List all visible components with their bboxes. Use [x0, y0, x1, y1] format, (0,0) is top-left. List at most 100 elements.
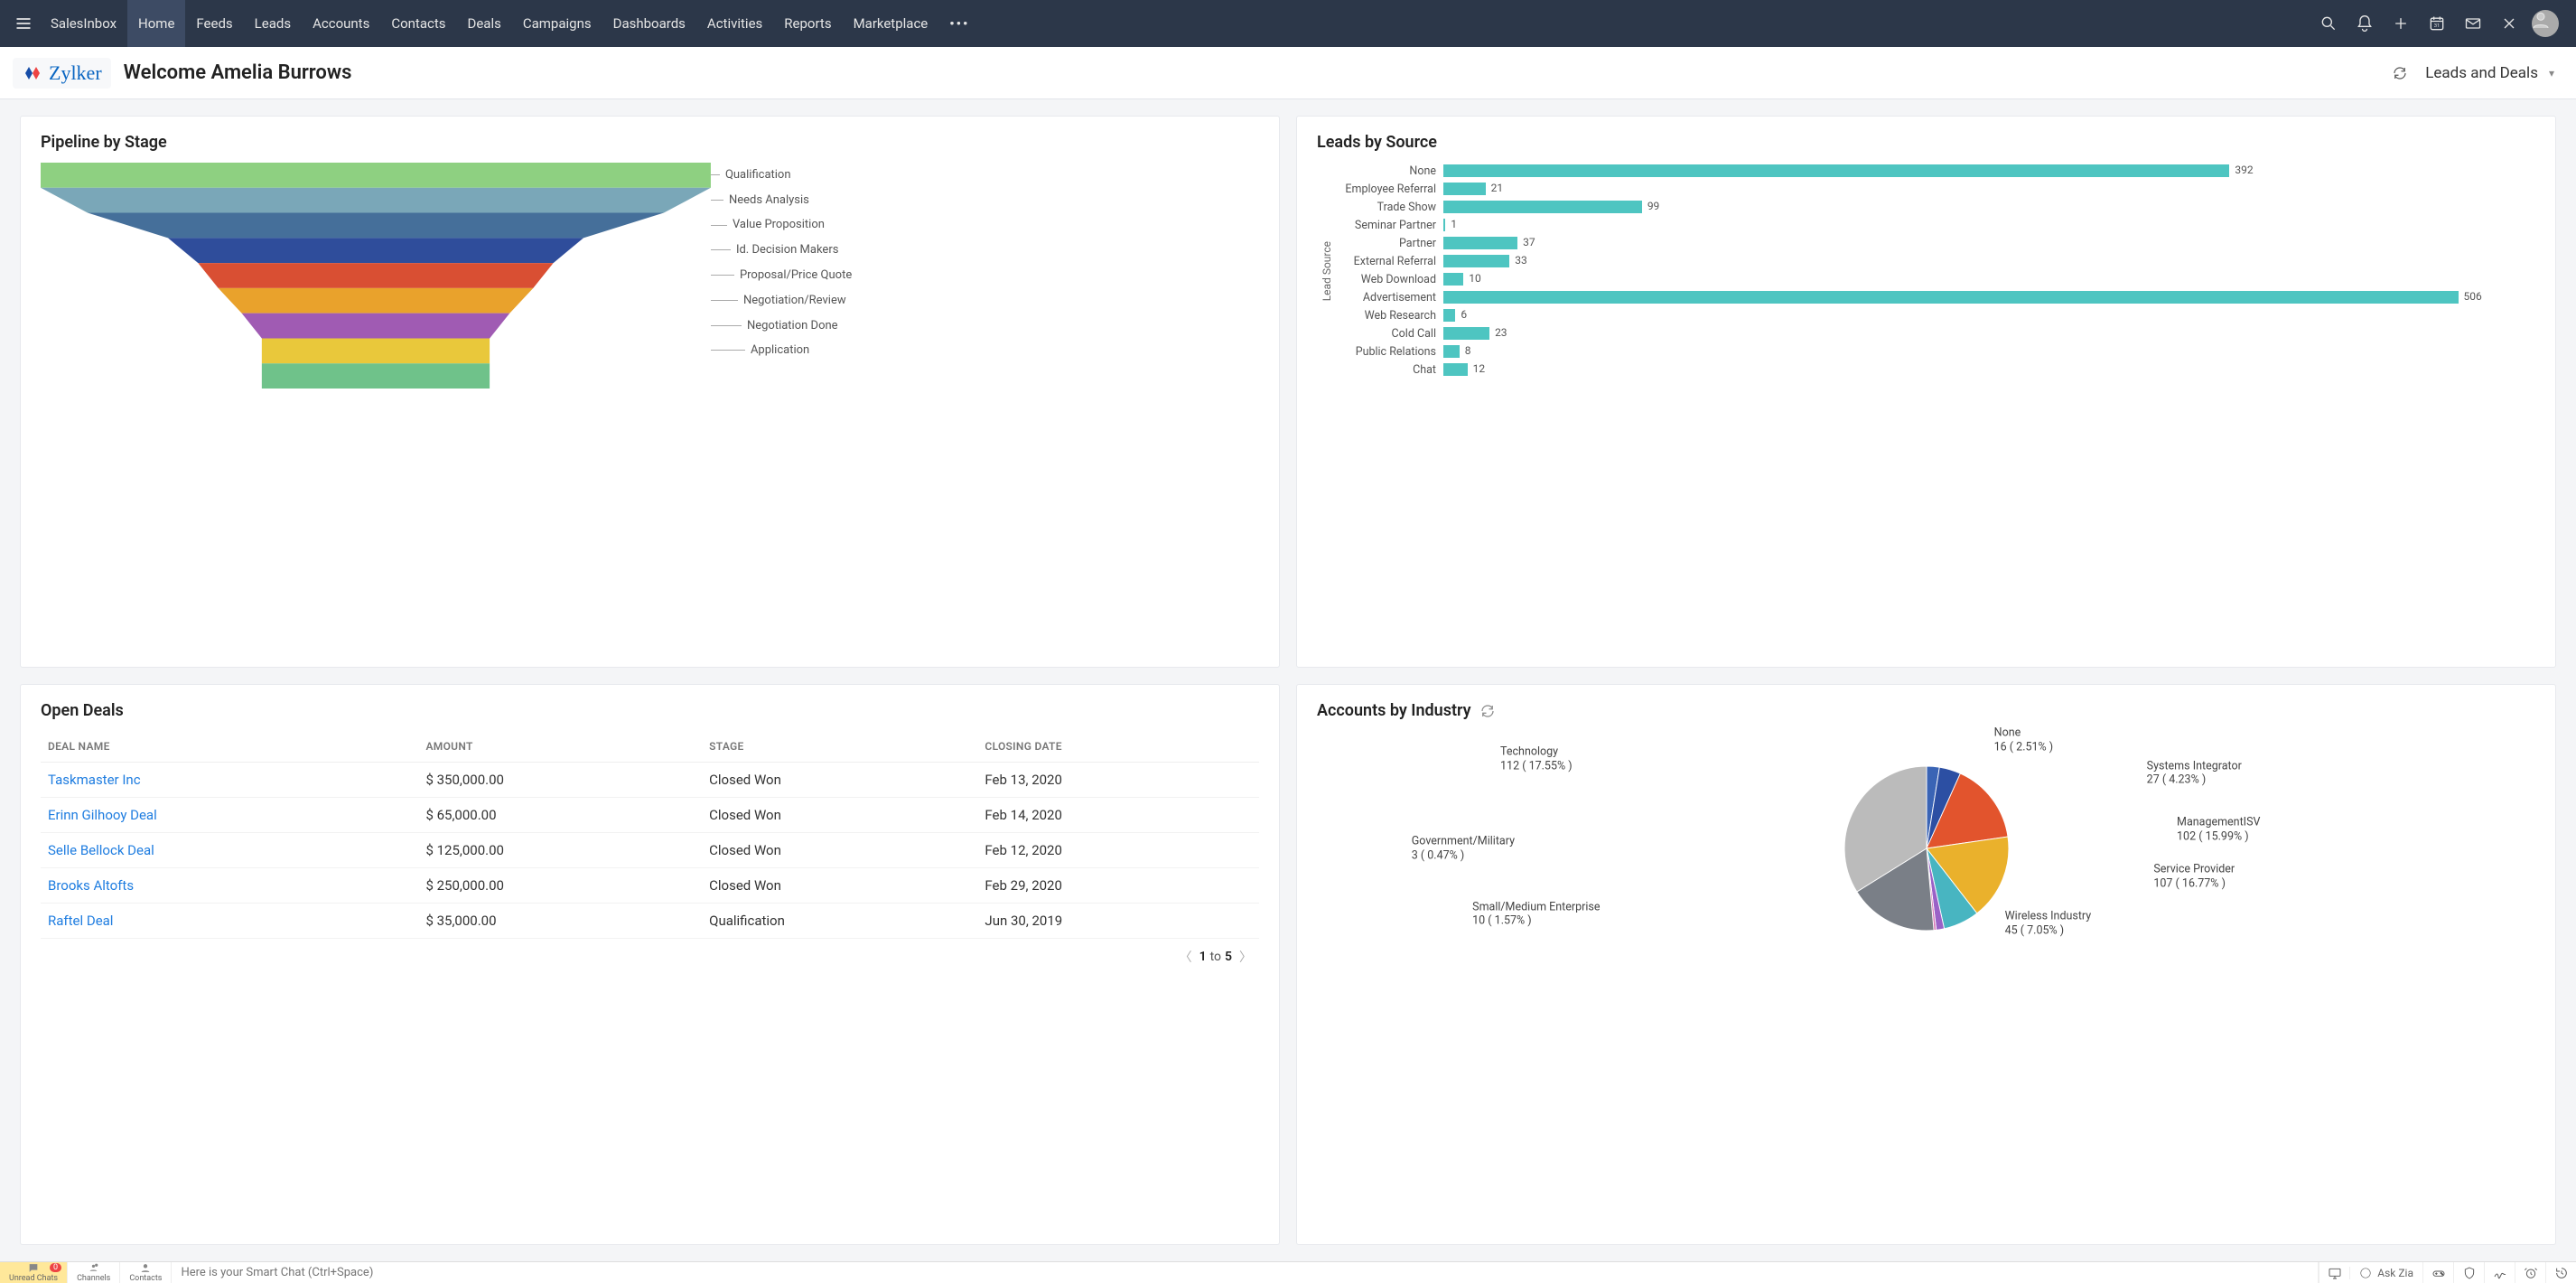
calendar-icon[interactable]: 31	[2421, 7, 2453, 40]
bar-label: Public Relations	[1337, 345, 1443, 359]
funnel-stage-label: Proposal/Price Quote	[711, 268, 852, 282]
bar-label: Cold Call	[1337, 327, 1443, 341]
bar-fill	[1443, 309, 1455, 322]
mail-icon[interactable]	[2457, 7, 2489, 40]
nav-item-home[interactable]: Home	[127, 0, 185, 47]
bar-row: Advertisement506	[1337, 289, 2526, 305]
deal-name-link[interactable]: Taskmaster Inc	[41, 763, 418, 798]
card-title: Accounts by Industry	[1317, 701, 2535, 720]
bottombar-unread-chats[interactable]: Unread Chats0	[0, 1262, 68, 1283]
nav-item-contacts[interactable]: Contacts	[380, 0, 456, 47]
nav-item-leads[interactable]: Leads	[244, 0, 302, 47]
pager-sep: to	[1210, 950, 1221, 964]
refresh-icon[interactable]	[1479, 702, 1497, 720]
shield-icon[interactable]	[2453, 1262, 2484, 1283]
nav-item-deals[interactable]: Deals	[457, 0, 512, 47]
deal-closing: Feb 13, 2020	[977, 763, 1259, 798]
table-row: Erinn Gilhooy Deal$ 65,000.00Closed WonF…	[41, 798, 1259, 833]
gamepad-icon[interactable]	[2422, 1262, 2453, 1283]
nav-item-accounts[interactable]: Accounts	[302, 0, 380, 47]
deal-name-link[interactable]: Erinn Gilhooy Deal	[41, 798, 418, 833]
pager-next[interactable]: 〉	[1236, 948, 1255, 966]
bar-label: Seminar Partner	[1337, 219, 1443, 232]
bar-row: Seminar Partner1	[1337, 217, 2526, 233]
bar-row: Chat12	[1337, 361, 2526, 378]
ask-zia[interactable]: Ask Zia	[2349, 1267, 2422, 1279]
alarm-icon[interactable]	[2515, 1262, 2545, 1283]
pie-slice-label: Small/Medium Enterprise10 ( 1.57% )	[1472, 900, 1600, 928]
hamburger-icon[interactable]	[7, 7, 40, 40]
funnel-stage-label: Id. Decision Makers	[711, 243, 839, 257]
nav-item-feeds[interactable]: Feeds	[185, 0, 243, 47]
bar-label: External Referral	[1337, 255, 1443, 268]
nav-item-marketplace[interactable]: Marketplace	[843, 0, 939, 47]
nav-item-reports[interactable]: Reports	[773, 0, 842, 47]
bar-row: Partner37	[1337, 235, 2526, 251]
nav-item-campaigns[interactable]: Campaigns	[512, 0, 602, 47]
deal-stage: Closed Won	[702, 833, 977, 868]
card-pipeline-by-stage: Pipeline by Stage QualificationNeeds Ana…	[20, 116, 1280, 668]
tools-icon[interactable]	[2493, 7, 2525, 40]
bar-label: Web Research	[1337, 309, 1443, 323]
pie-slice-label: None16 ( 2.51% )	[1994, 726, 2054, 754]
pager-prev[interactable]: 〈	[1176, 948, 1196, 966]
deal-name-link[interactable]: Raftel Deal	[41, 904, 418, 939]
card-title: Leads by Source	[1317, 133, 2535, 152]
bar-value: 21	[1486, 182, 1504, 194]
plus-icon[interactable]	[2385, 7, 2417, 40]
bar-row: Trade Show99	[1337, 199, 2526, 215]
bar-value: 392	[2229, 164, 2253, 176]
bar-label: Partner	[1337, 237, 1443, 250]
refresh-icon[interactable]	[2389, 62, 2411, 84]
bar-fill	[1443, 183, 1486, 195]
brand-logo[interactable]: Zylker	[13, 58, 111, 89]
funnel-chart	[41, 163, 711, 389]
bell-icon[interactable]	[2348, 7, 2381, 40]
bar-row: Public Relations8	[1337, 343, 2526, 360]
dashboard: Pipeline by Stage QualificationNeeds Ana…	[0, 99, 2576, 1261]
avatar[interactable]	[2529, 7, 2562, 40]
deal-closing: Jun 30, 2019	[977, 904, 1259, 939]
bar-row: Web Download10	[1337, 271, 2526, 287]
table-row: Taskmaster Inc$ 350,000.00Closed WonFeb …	[41, 763, 1259, 798]
brand-text: Zylker	[49, 61, 102, 85]
search-icon[interactable]	[2312, 7, 2345, 40]
nav-item-salesinbox[interactable]: SalesInbox	[40, 0, 127, 47]
bar-fill	[1443, 327, 1489, 340]
bar-value: 10	[1463, 272, 1481, 285]
bar-value: 506	[2459, 290, 2482, 303]
smart-chat-input[interactable]	[172, 1262, 2318, 1283]
bar-fill	[1443, 363, 1468, 376]
bar-fill	[1443, 273, 1463, 286]
nav-more[interactable]: •••	[938, 15, 980, 32]
bar-fill	[1443, 345, 1460, 358]
deal-name-link[interactable]: Selle Bellock Deal	[41, 833, 418, 868]
pie-slice-label: Technology112 ( 17.55% )	[1500, 745, 1573, 773]
bar-label: Trade Show	[1337, 201, 1443, 214]
nav-item-dashboards[interactable]: Dashboards	[602, 0, 696, 47]
view-select[interactable]: Leads and Deals ▾	[2425, 64, 2563, 82]
card-leads-by-source: Leads by Source Lead Source None392Emplo…	[1296, 116, 2556, 668]
nav-item-activities[interactable]: Activities	[696, 0, 773, 47]
bottombar-channels[interactable]: Channels	[68, 1262, 120, 1283]
bar-row: None 392	[1337, 163, 2526, 179]
pager-current: 1	[1199, 950, 1207, 964]
table-header: CLOSING DATE	[977, 731, 1259, 763]
pie-slice-label: ManagementISV102 ( 15.99% )	[2177, 816, 2260, 844]
deal-closing: Feb 29, 2020	[977, 868, 1259, 904]
bar-row: External Referral33	[1337, 253, 2526, 269]
deal-amount: $ 65,000.00	[418, 798, 702, 833]
bar-chart: None 392 Employee Referral 21 Trade Show99 Se…	[1337, 163, 2535, 379]
monitor-icon[interactable]	[2319, 1262, 2349, 1283]
bar-label: Employee Referral	[1337, 183, 1443, 196]
table-row: Selle Bellock Deal$ 125,000.00Closed Won…	[41, 833, 1259, 868]
bottombar-contacts[interactable]: Contacts	[120, 1262, 172, 1283]
deal-amount: $ 350,000.00	[418, 763, 702, 798]
bar-value: 23	[1489, 326, 1507, 339]
deal-name-link[interactable]: Brooks Altofts	[41, 868, 418, 904]
pie-slice-label: Service Provider107 ( 16.77% )	[2153, 863, 2235, 891]
chevron-down-icon: ▾	[2549, 67, 2554, 80]
bar-label: None	[1337, 164, 1443, 178]
signature-icon[interactable]	[2484, 1262, 2515, 1283]
history-icon[interactable]	[2545, 1262, 2576, 1283]
